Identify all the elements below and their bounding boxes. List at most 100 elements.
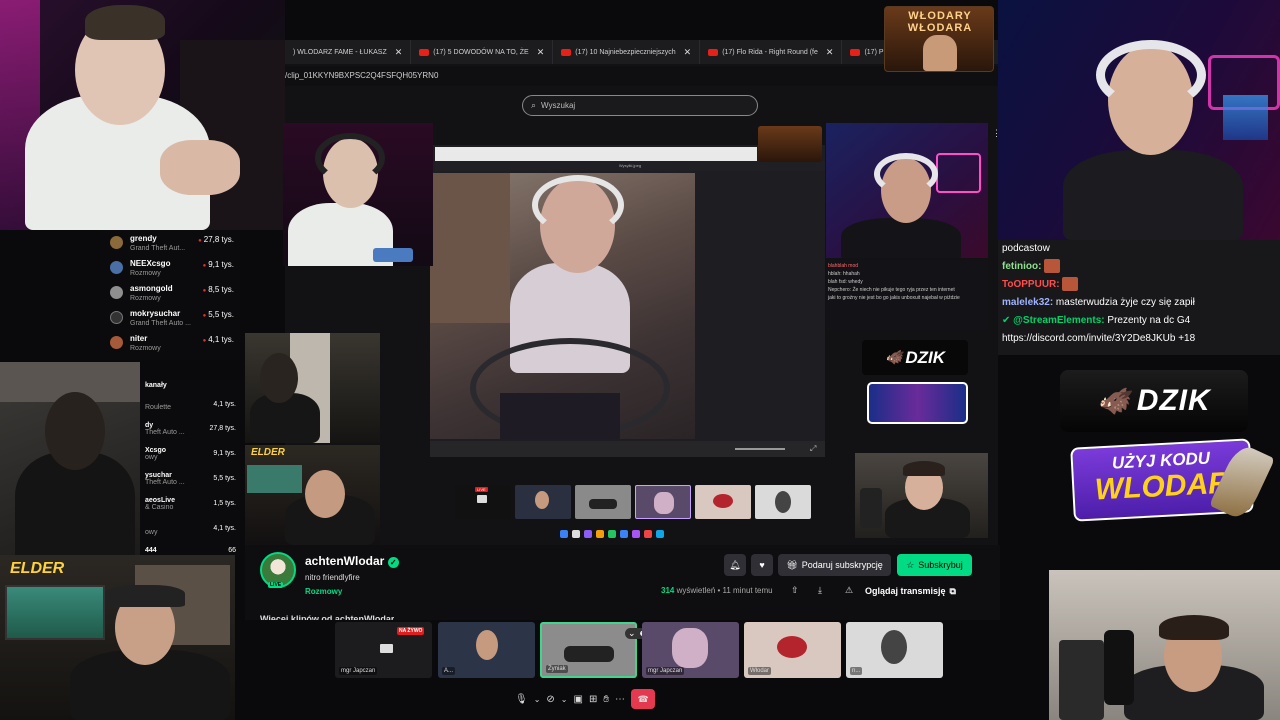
- channel-item[interactable]: grendy Grand Theft Aut... 27,8 tys.: [108, 233, 238, 257]
- preview-tile[interactable]: [635, 485, 691, 519]
- live-badge: LIVE: [268, 582, 284, 588]
- sponsor-logo: 🐗 DZIK: [1060, 370, 1248, 432]
- preview-tile[interactable]: LIVE: [455, 485, 511, 519]
- webcam-streamer-bottom-left: [0, 555, 235, 720]
- preview-tile[interactable]: [515, 485, 571, 519]
- stream-logo-badge: WŁODARY WŁODARA: [884, 6, 994, 72]
- channel-item[interactable]: mokrysuchar Grand Theft Auto ... 5,5 tys…: [108, 308, 238, 332]
- preview-tile[interactable]: [575, 485, 631, 519]
- close-icon[interactable]: ✕: [826, 47, 834, 58]
- subscribe-button[interactable]: ☆ Subskrybuj: [897, 554, 972, 576]
- boar-icon: 🐗: [1097, 385, 1131, 416]
- chat-username[interactable]: ToOPPUUR:: [1002, 279, 1060, 290]
- chat-message: https://discord.com/invite/3Y2De8JKUb +1…: [1002, 330, 1276, 348]
- channel-item[interactable]: aeosLive & Casino 1,5 tys.: [145, 497, 240, 511]
- clip-video-frame[interactable]: [430, 173, 695, 439]
- chat-username[interactable]: malelek32:: [1002, 297, 1053, 308]
- chat-text: Prezenty na dc G4: [1104, 315, 1191, 326]
- webcam-guest-2: [0, 362, 140, 555]
- app-icon[interactable]: [620, 530, 628, 538]
- app-icon[interactable]: [656, 530, 664, 538]
- subscribe-label: Subskrybuj: [918, 560, 963, 570]
- youtube-icon: [850, 48, 861, 56]
- notification-bell-button[interactable]: 🔔︎: [724, 554, 746, 576]
- zoom-slider[interactable]: [735, 448, 785, 450]
- gift-icon: 🎁︎: [786, 559, 798, 570]
- chevron-down-icon: ⌄: [628, 628, 636, 638]
- chevron-down-icon[interactable]: ⌄: [534, 695, 541, 704]
- close-icon[interactable]: ✕: [395, 47, 403, 58]
- search-placeholder: Wyszukaj: [541, 101, 576, 110]
- channel-item[interactable]: dy Theft Auto ... 27,8 tys.: [145, 422, 240, 436]
- stream-category[interactable]: Rozmowy: [305, 587, 342, 596]
- app-icon[interactable]: [572, 530, 580, 538]
- preview-tile[interactable]: [755, 485, 811, 519]
- participant-tile[interactable]: Włodar: [744, 622, 841, 678]
- channel-item[interactable]: niter Rozmowy 4,1 tys.: [108, 333, 238, 357]
- camera-off-icon[interactable]: ⊘: [546, 694, 554, 705]
- channel-item[interactable]: asmongold Rozmowy 8,5 tys.: [108, 283, 238, 307]
- participant-tile[interactable]: A...: [438, 622, 535, 678]
- participant-tile[interactable]: n...: [846, 622, 943, 678]
- mini-chat-line: jaki to groźny nie jest bo go jakis unbo…: [828, 295, 960, 301]
- follow-button[interactable]: ♥: [751, 554, 773, 576]
- app-icon[interactable]: [560, 530, 568, 538]
- app-icon[interactable]: [608, 530, 616, 538]
- report-icon[interactable]: ⚠: [845, 585, 853, 596]
- channel-item[interactable]: owy 4,1 tys.: [145, 522, 240, 536]
- channel-item[interactable]: ysuchar Theft Auto ... 5,5 tys.: [145, 472, 240, 486]
- leave-call-button[interactable]: ☎: [631, 689, 656, 709]
- views-label: wyświetleń: [674, 586, 716, 595]
- view-count: 314: [661, 586, 675, 595]
- star-icon: ☆: [906, 559, 915, 570]
- channel-item[interactable]: 444 66: [145, 547, 240, 554]
- browser-tab[interactable]: ) WLODARZ FAME - ŁUKASZ ✕: [285, 40, 412, 64]
- browser-tab[interactable]: (17) Flo Rida - Right Round (fe ✕: [700, 40, 843, 64]
- channel-item[interactable]: Xcsgo owy 9,1 tys.: [145, 447, 240, 461]
- watch-stream-label: Oglądaj transmisję: [865, 586, 946, 596]
- browser-tab[interactable]: (17) 10 Najniebezpieczniejszych ✕: [553, 40, 701, 64]
- status-icon[interactable]: ⋮: [992, 128, 1001, 139]
- chevron-down-icon[interactable]: ⌄: [561, 695, 568, 704]
- channel-item[interactable]: Roulette 4,1 tys.: [145, 397, 240, 411]
- hand-icon[interactable]: ✋︎: [603, 694, 609, 705]
- browser-tab[interactable]: (17) 5 DOWODÓW NA TO, ŻE ✕: [411, 40, 554, 64]
- fullscreen-icon[interactable]: ⤢: [810, 444, 816, 454]
- recommended-channels: grendy Grand Theft Aut... 27,8 tys. NEEX…: [100, 230, 240, 360]
- search-input[interactable]: ⌕ Wyszukaj: [522, 95, 758, 116]
- grid-icon[interactable]: ⊞: [589, 694, 597, 705]
- watch-stream-button[interactable]: Oglądaj transmisję ⧉: [865, 581, 970, 601]
- share-screen-icon[interactable]: ▣: [574, 694, 583, 705]
- more-icon[interactable]: ⋯: [615, 694, 625, 705]
- gift-sub-button[interactable]: 🎁︎ Podaruj subskrypcję: [778, 554, 891, 576]
- download-icon[interactable]: ⤓: [818, 585, 822, 596]
- channel-name[interactable]: achtenWlodar ✓: [305, 554, 399, 568]
- channel-item[interactable]: NEEXcsgo Rozmowy 9,1 tys.: [108, 258, 238, 282]
- chat-username[interactable]: @StreamElements:: [1013, 315, 1104, 326]
- share-icon[interactable]: ⇧: [791, 585, 799, 596]
- app-icon[interactable]: [632, 530, 640, 538]
- player-controls[interactable]: ⤢: [430, 441, 825, 457]
- live-badge: NA ŻYWO: [397, 627, 425, 635]
- elder-logo: ELDER: [251, 447, 285, 458]
- preview-tile[interactable]: [695, 485, 751, 519]
- boar-icon: 🐗: [884, 349, 903, 365]
- participant-tile[interactable]: Żyniak: [540, 622, 637, 678]
- verified-badge-icon: ✔: [1002, 315, 1014, 326]
- app-icon[interactable]: [644, 530, 652, 538]
- channel-category: owy: [145, 454, 158, 461]
- participant-tile[interactable]: mgr Japczan: [642, 622, 739, 678]
- chat-link[interactable]: https://discord.com/invite/3Y2De8JKUb +1…: [1002, 333, 1195, 344]
- tab-label: (17) 5 DOWODÓW NA TO, ŻE: [433, 48, 529, 56]
- app-icon[interactable]: [596, 530, 604, 538]
- clip-player[interactable]: Wysyłki.jpeg ⤢: [430, 145, 825, 457]
- close-icon[interactable]: ✕: [684, 47, 692, 58]
- app-icon[interactable]: [584, 530, 592, 538]
- channel-name: mokrysuchar: [130, 309, 181, 318]
- mini-chat-line: hblah: hhahah: [828, 271, 860, 277]
- participant-tile[interactable]: NA ŻYWO mgr Japczan: [335, 622, 432, 678]
- microphone-icon[interactable]: 🎙︎: [515, 694, 528, 705]
- close-icon[interactable]: ✕: [537, 47, 545, 58]
- chat-username[interactable]: fetinioo:: [1002, 261, 1041, 272]
- viewer-count: 9,1 tys.: [213, 450, 236, 457]
